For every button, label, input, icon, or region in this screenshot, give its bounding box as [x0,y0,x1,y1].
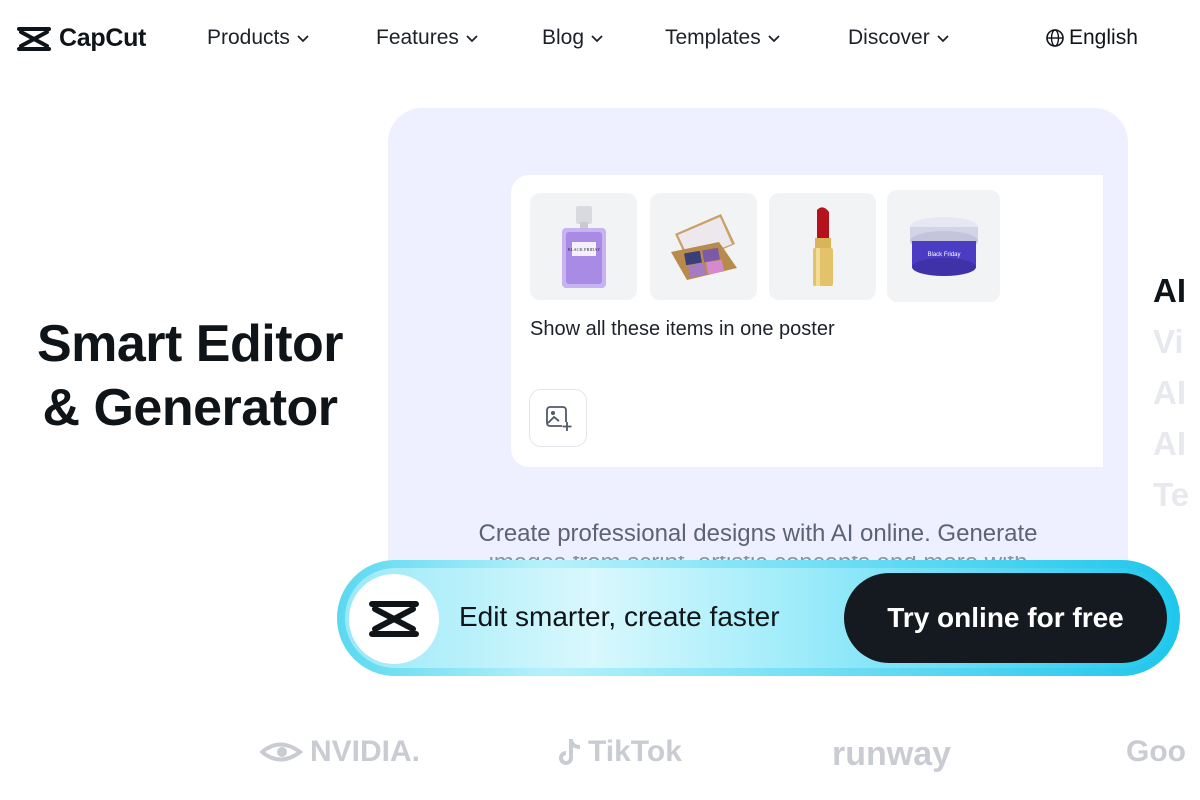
tiktok-logo-icon [559,739,581,765]
nav-products-label: Products [207,26,290,49]
feature-list-item[interactable]: Vi [1153,316,1189,367]
nav-discover[interactable]: Discover [848,26,950,50]
nav-blog[interactable]: Blog [542,26,604,50]
thumbnail-perfume[interactable]: BLACK FRIDAY [530,193,637,300]
nav-templates[interactable]: Templates [665,26,781,50]
thumbnail-eyeshadow[interactable] [650,193,757,300]
globe-icon [1046,29,1064,47]
lipstick-image [812,206,833,286]
nav-templates-label: Templates [665,26,761,49]
cream-jar-image: Black Friday [909,217,978,276]
chevron-down-icon [466,35,478,43]
partner-tiktok: TikTok [558,735,682,769]
partner-label: NVIDIA. [310,735,421,768]
partner-label: runway [832,735,952,773]
chevron-down-icon [297,35,309,43]
cream-label-text: Black Friday [927,252,960,258]
chevron-down-icon [768,35,780,43]
try-online-button[interactable]: Try online for free [844,573,1167,663]
capcut-logo[interactable]: CapCut [17,24,146,53]
feature-list-item[interactable]: AI [1153,367,1189,418]
feature-list: AI Vi AI AI Te [1153,265,1189,520]
thumbnail-cream-jar[interactable]: Black Friday [887,190,1000,302]
headline-line-2: & Generator [42,379,338,437]
language-label: English [1069,26,1138,49]
feature-list-item[interactable]: AI [1153,418,1189,469]
partner-runway: runway [832,735,951,774]
chevron-down-icon [937,35,949,43]
prompt-panel: BLACK FRIDAY Black Friday Show all these… [511,175,1103,467]
prompt-text[interactable]: Show all these items in one poster [530,318,835,341]
top-navigation: CapCut Products Features Blog Templates … [0,0,1200,80]
card-description: Create professional designs with AI onli… [478,520,1038,547]
cta-capcut-logo [349,574,439,664]
feature-list-item[interactable]: Te [1153,469,1189,520]
eyeshadow-palette-image [670,213,737,280]
cta-banner: Edit smarter, create faster Try online f… [337,560,1180,676]
capcut-logo-icon [369,601,419,637]
feature-list-item[interactable]: AI [1153,265,1189,316]
headline-line-1: Smart Editor [36,315,344,373]
add-image-icon [546,406,572,432]
nvidia-logo-icon [260,742,304,762]
partner-nvidia: NVIDIA. [260,735,420,769]
language-selector[interactable]: English [1045,26,1138,50]
thumbnail-lipstick[interactable] [769,193,876,300]
partner-label: TikTok [588,735,682,768]
perfume-bottle-image: BLACK FRIDAY [561,205,606,288]
nav-features[interactable]: Features [376,26,479,50]
partner-google: Goo [1126,735,1186,769]
nav-discover-label: Discover [848,26,930,49]
nav-features-label: Features [376,26,459,49]
hero-headline: Smart Editor & Generator [0,312,380,440]
nav-blog-label: Blog [542,26,585,49]
chevron-down-icon [591,35,603,43]
add-image-button[interactable] [529,389,587,447]
logo-text: CapCut [59,24,147,52]
capcut-logo-icon [17,26,51,51]
ai-design-demo-card: BLACK FRIDAY Black Friday Show all these… [388,108,1128,628]
cta-text: Edit smarter, create faster [459,601,780,632]
perfume-label-text: BLACK FRIDAY [567,247,600,252]
nav-products[interactable]: Products [207,26,310,50]
partner-label: Goo [1126,735,1186,768]
